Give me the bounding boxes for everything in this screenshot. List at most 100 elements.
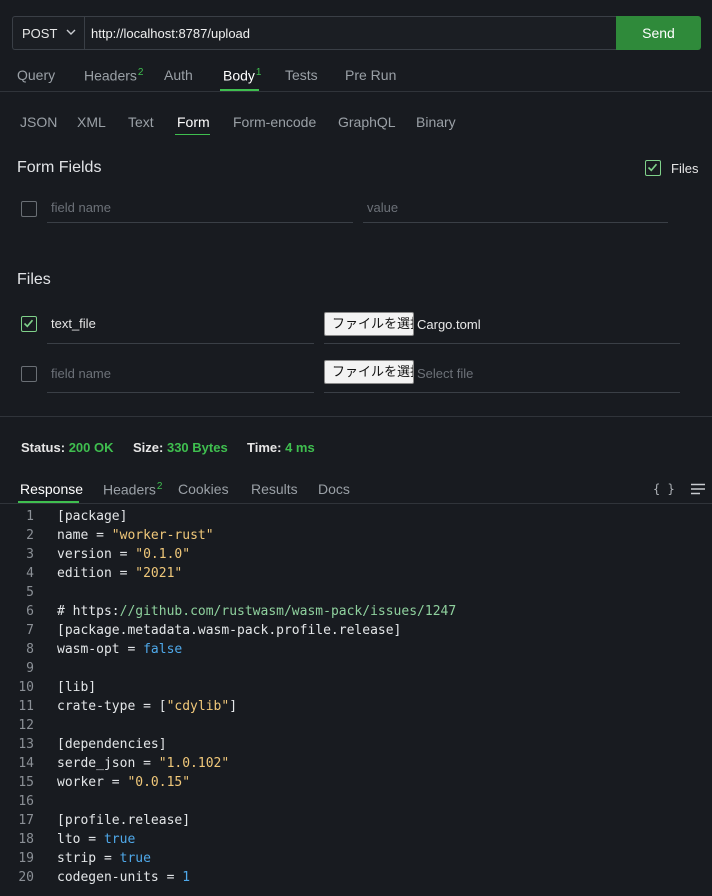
response-tab-results[interactable]: Results (251, 481, 298, 497)
code-text: [lib] (57, 680, 97, 695)
code-text: wasm-opt = false (57, 642, 183, 657)
line-number: 18 (18, 832, 34, 847)
body-type-text[interactable]: Text (128, 114, 154, 130)
code-text: [profile.release] (57, 813, 191, 828)
files-toggle-checkbox[interactable] (645, 160, 661, 176)
file-field-name-input[interactable]: text_file (47, 316, 314, 344)
check-icon (23, 319, 34, 328)
line-number: 2 (26, 528, 34, 543)
line-number: 15 (18, 775, 34, 790)
tab-body[interactable]: Body1 (223, 67, 261, 84)
line-number: 3 (26, 547, 34, 562)
form-row-checkbox[interactable] (21, 201, 37, 217)
file-row-checkbox[interactable] (21, 316, 37, 332)
selected-file-name: Cargo.toml (417, 317, 481, 332)
form-field-name-input[interactable]: field name (47, 200, 353, 223)
body-type-json[interactable]: JSON (20, 114, 57, 130)
code-line: 20 codegen-units = 1 (0, 868, 712, 887)
line-number: 17 (18, 813, 34, 828)
headers-badge: 2 (137, 67, 144, 78)
code-text: [package] (57, 509, 128, 524)
divider (0, 416, 712, 417)
code-line: 2 name = "worker-rust" (0, 526, 712, 545)
response-body-editor[interactable]: 1 [package] 2 name = "worker-rust" 3 version … (0, 507, 712, 887)
url-input[interactable]: http://localhost:8787/upload (84, 16, 617, 50)
code-text: worker = "0.0.15" (57, 775, 191, 790)
line-number: 8 (26, 642, 34, 657)
body-badge: 1 (255, 67, 262, 78)
code-line: 14 serde_json = "1.0.102" (0, 754, 712, 773)
code-text: codegen-units = 1 (57, 870, 191, 885)
choose-file-button[interactable]: ファイルを選択 (324, 360, 414, 384)
response-tab-response[interactable]: Response (20, 481, 83, 497)
code-text: name = "worker-rust" (57, 528, 214, 543)
body-type-form[interactable]: Form (177, 114, 210, 130)
line-number: 6 (26, 604, 34, 619)
status-value: 200 OK (68, 440, 114, 455)
response-tab-headers[interactable]: Headers2 (103, 481, 162, 498)
code-text: # https://github.com/rustwasm/wasm-pack/… (57, 604, 457, 619)
code-line: 8 wasm-opt = false (0, 640, 712, 659)
code-text: strip = true (57, 851, 151, 866)
line-number: 20 (18, 870, 34, 885)
code-text: [package.metadata.wasm-pack.profile.rele… (57, 623, 402, 638)
code-line: 13 [dependencies] (0, 735, 712, 754)
file-row-checkbox[interactable] (21, 366, 37, 382)
response-headers-badge: 2 (156, 481, 163, 492)
line-number: 4 (26, 566, 34, 581)
select-file-placeholder: Select file (417, 366, 474, 381)
line-number: 5 (26, 585, 34, 600)
body-type-xml[interactable]: XML (77, 114, 106, 130)
menu-icon[interactable] (690, 483, 706, 495)
line-number: 11 (18, 699, 34, 714)
response-tab-docs[interactable]: Docs (318, 481, 350, 497)
code-line: 10 [lib] (0, 678, 712, 697)
url-text: http://localhost:8787/upload (91, 25, 251, 41)
form-field-value-input[interactable]: value (363, 200, 668, 223)
active-body-type-indicator (175, 134, 210, 135)
tab-headers[interactable]: Headers2 (84, 67, 143, 84)
choose-file-button[interactable]: ファイルを選択 (324, 312, 414, 336)
tab-pre-run[interactable]: Pre Run (345, 67, 396, 83)
code-text: version = "0.1.0" (57, 547, 191, 562)
code-text: lto = true (57, 832, 136, 847)
tab-tests[interactable]: Tests (285, 67, 318, 83)
code-line: 19 strip = true (0, 849, 712, 868)
code-line: 18 lto = true (0, 830, 712, 849)
line-number: 12 (18, 718, 34, 733)
body-type-graphql[interactable]: GraphQL (338, 114, 396, 130)
code-line: 1 [package] (0, 507, 712, 526)
code-text: crate-type = ["cdylib"] (57, 699, 238, 714)
divider (0, 503, 712, 504)
form-fields-title: Form Fields (17, 159, 102, 176)
body-type-form-encode[interactable]: Form-encode (233, 114, 316, 130)
body-type-binary[interactable]: Binary (416, 114, 456, 130)
code-line: 15 worker = "0.0.15" (0, 773, 712, 792)
method-label: POST (22, 25, 58, 41)
code-line: 4 edition = "2021" (0, 564, 712, 583)
code-line: 17 [profile.release] (0, 811, 712, 830)
code-text: [dependencies] (57, 737, 167, 752)
send-button[interactable]: Send (616, 16, 701, 50)
line-number: 14 (18, 756, 34, 771)
time-indicator: Time: 4 ms (247, 440, 315, 455)
tab-query[interactable]: Query (17, 67, 55, 83)
code-line: 7 [package.metadata.wasm-pack.profile.rel… (0, 621, 712, 640)
code-line: 12 (0, 716, 712, 735)
file-field-name-input[interactable]: field name (47, 366, 314, 393)
line-number: 16 (18, 794, 34, 809)
status-indicator: Status: 200 OK (21, 440, 114, 455)
chevron-down-icon (66, 29, 76, 35)
time-value: 4 ms (285, 440, 315, 455)
method-select[interactable]: POST (12, 16, 85, 50)
code-text: edition = "2021" (57, 566, 183, 581)
line-number: 13 (18, 737, 34, 752)
files-toggle-label: Files (671, 161, 699, 176)
line-number: 19 (18, 851, 34, 866)
code-line: 5 (0, 583, 712, 602)
code-line: 16 (0, 792, 712, 811)
format-json-icon[interactable]: { } (653, 482, 675, 496)
line-number: 7 (26, 623, 34, 638)
tab-auth[interactable]: Auth (164, 67, 193, 83)
response-tab-cookies[interactable]: Cookies (178, 481, 229, 497)
